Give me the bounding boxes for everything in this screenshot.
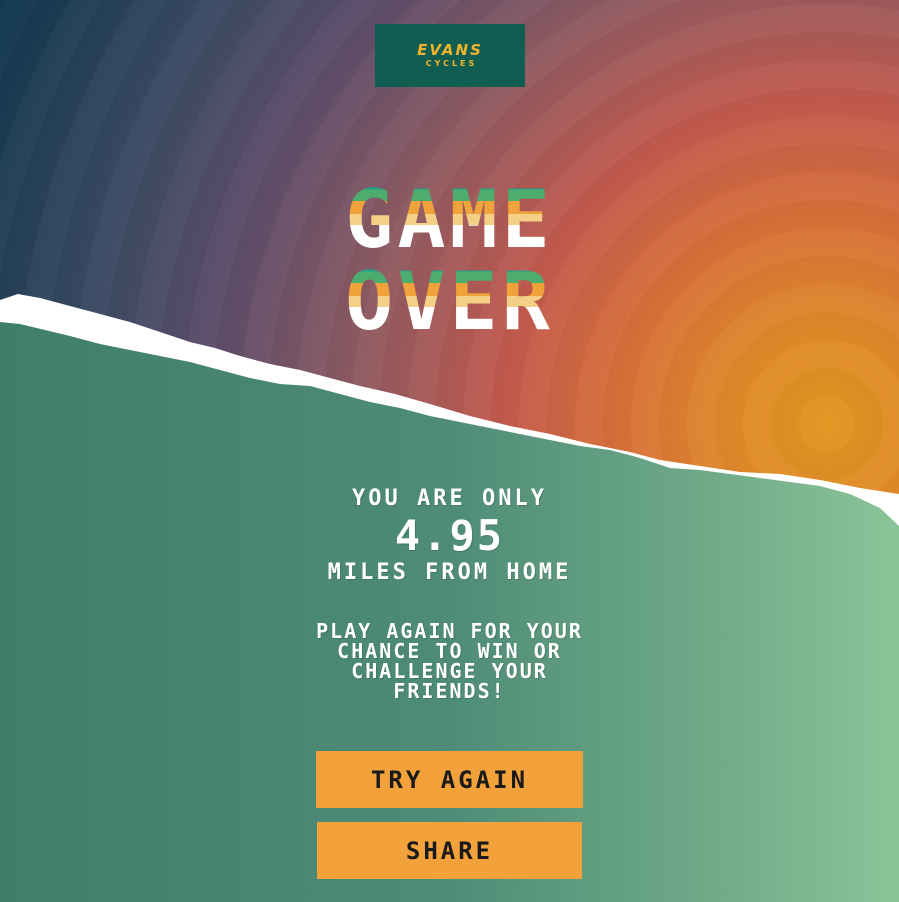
promo-line-2: CHANCE TO WIN OR	[337, 639, 562, 663]
miles-value: 4.95	[394, 511, 505, 560]
evans-cycles-logo: EVANS CYCLES	[375, 24, 525, 87]
share-button[interactable]: SHARE	[317, 822, 582, 879]
game-title-line-1: GAME	[0, 180, 899, 260]
logo-main-text: EVANS	[417, 40, 483, 59]
promo-line-1: PLAY AGAIN FOR YOUR	[316, 619, 583, 643]
title-game: GAME	[345, 173, 554, 266]
promo-text: PLAY AGAIN FOR YOUR CHANCE TO WIN OR CHA…	[0, 621, 899, 701]
title-shadow-1: GAME	[345, 173, 554, 266]
try-again-button[interactable]: TRY AGAIN	[316, 751, 583, 808]
result-prefix: YOU ARE ONLY	[352, 486, 547, 511]
ground-fill	[0, 322, 899, 902]
game-title-line-2: OVER	[0, 262, 899, 342]
promo-line-3: CHALLENGE YOUR	[351, 659, 548, 683]
result-suffix: MILES FROM HOME	[327, 560, 572, 585]
title-shadow-2: OVER	[345, 255, 554, 348]
game-over-screen: EVANS CYCLES GAME OVER YOU ARE ONLY 4.95…	[0, 0, 899, 902]
logo-sub-text: CYCLES	[425, 58, 478, 68]
title-over: OVER	[345, 255, 554, 348]
promo-line-4: FRIENDS!	[393, 679, 506, 703]
